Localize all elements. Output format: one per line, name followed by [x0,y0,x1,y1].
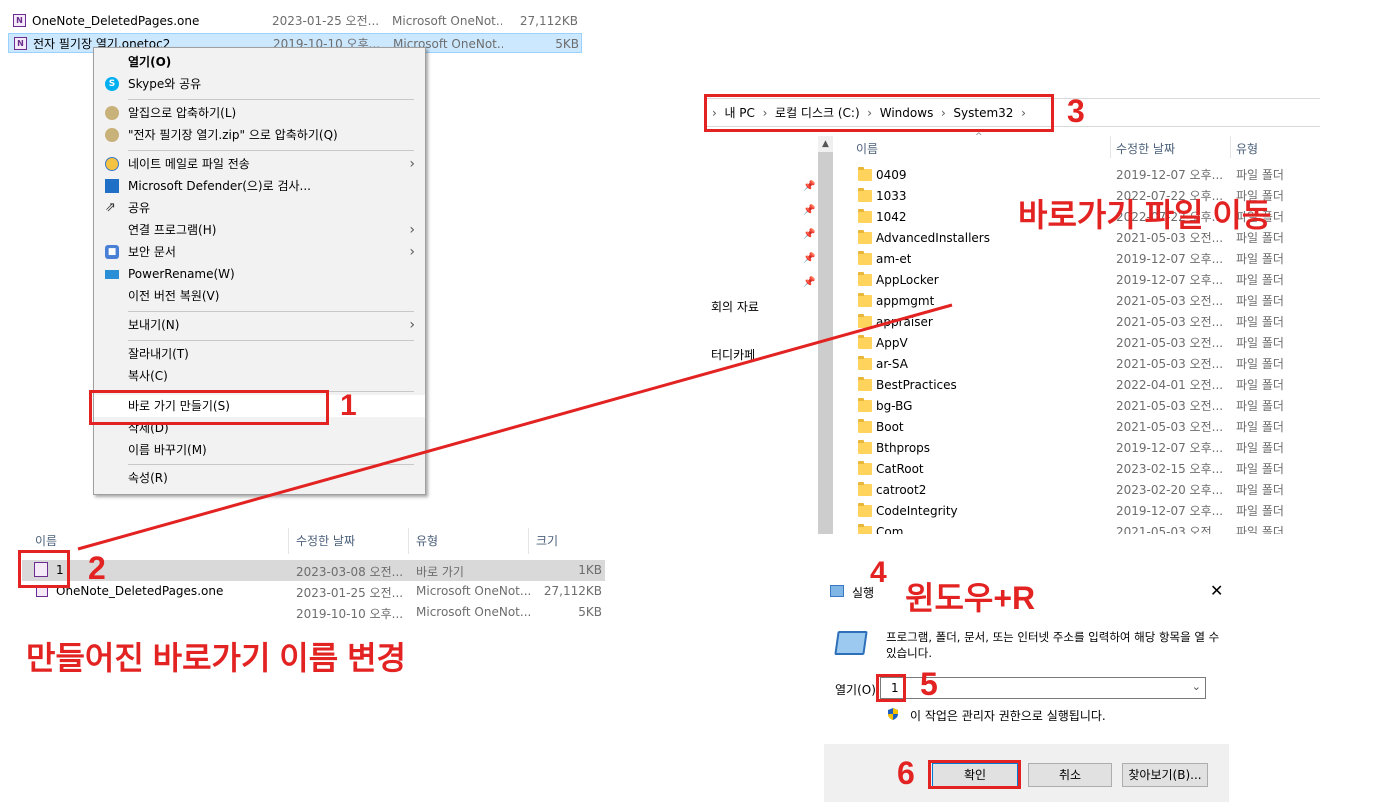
step-number: 4 [870,556,887,589]
step-number: 5 [920,666,938,702]
annotation-move-shortcut: 바로가기 파일 이동 [1018,197,1272,233]
highlight-shortcut-file [18,550,70,588]
highlight-create-shortcut [89,390,329,425]
annotation-win-r: 윈도우+R [905,580,1036,616]
highlight-address-bar [704,94,1054,132]
highlight-ok-button [928,760,1021,789]
annotation-rename-shortcut: 만들어진 바로가기 이름 변경 [26,640,406,676]
step-number: 1 [340,389,357,422]
highlight-input [876,674,906,702]
step-number: 6 [897,755,915,791]
step-number: 3 [1067,93,1085,129]
step-number: 2 [88,550,106,586]
